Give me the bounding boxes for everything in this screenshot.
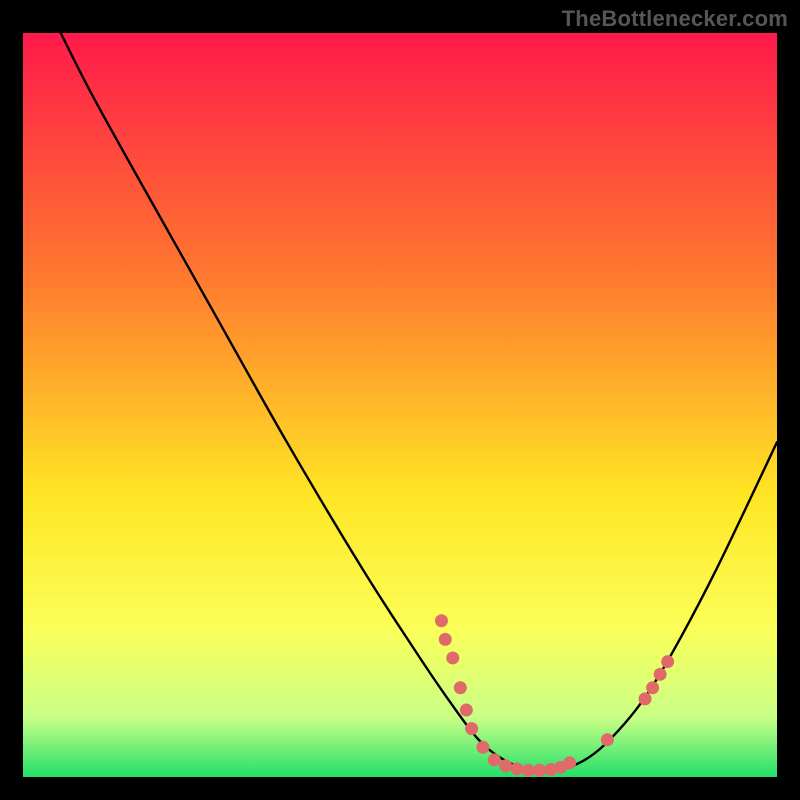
curve-marker: [499, 759, 512, 772]
curve-marker: [510, 762, 523, 775]
curve-marker: [446, 651, 459, 664]
chart-svg: [23, 33, 777, 777]
curve-marker: [476, 741, 489, 754]
curve-marker: [488, 753, 501, 766]
curve-marker: [661, 655, 674, 668]
curve-marker: [654, 668, 667, 681]
curve-marker: [454, 681, 467, 694]
curve-marker: [639, 692, 652, 705]
curve-marker: [465, 722, 478, 735]
curve-marker: [533, 764, 546, 777]
curve-marker: [435, 614, 448, 627]
curve-marker: [439, 633, 452, 646]
curve-marker: [460, 704, 473, 717]
curve-marker: [522, 764, 535, 777]
plot-area: [23, 33, 777, 777]
curve-marker: [601, 733, 614, 746]
curve-marker: [563, 756, 576, 769]
curve-marker: [646, 681, 659, 694]
attribution-label: TheBottlenecker.com: [562, 6, 788, 32]
chart-stage: TheBottlenecker.com: [0, 0, 800, 800]
